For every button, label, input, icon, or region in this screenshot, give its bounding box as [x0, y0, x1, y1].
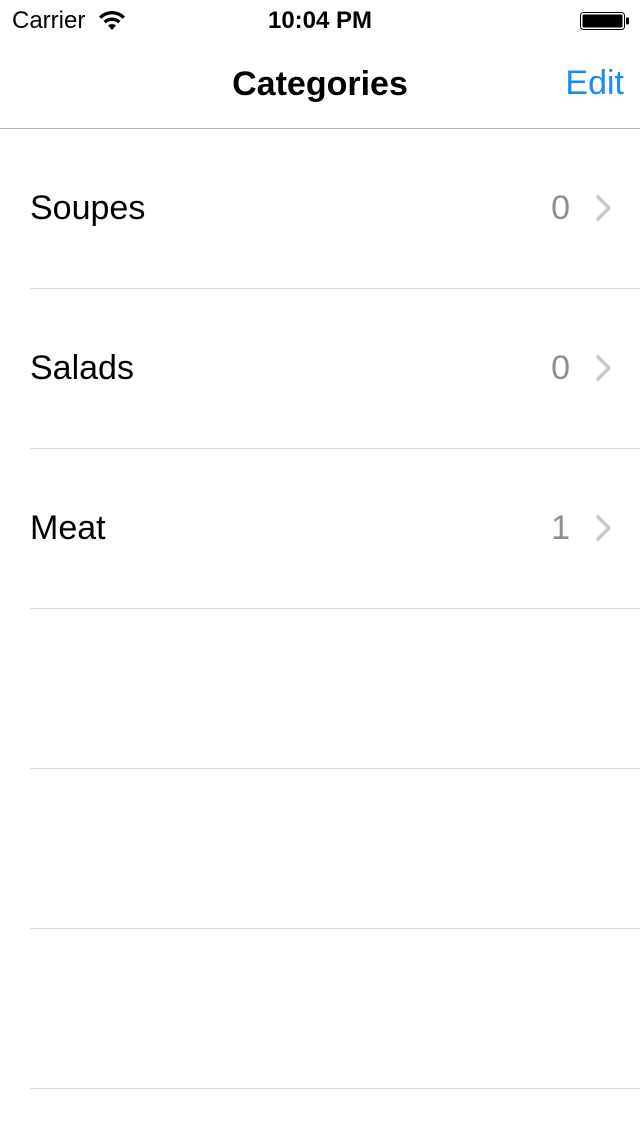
- chevron-right-icon: [596, 355, 611, 381]
- categories-table: Soupes 0 Salads 0 Meat 1: [0, 129, 640, 1089]
- battery-icon: [580, 12, 629, 30]
- navigation-bar: Categories Edit: [0, 40, 640, 129]
- empty-row: [30, 609, 640, 769]
- status-bar: Carrier 10:04 PM: [0, 0, 640, 40]
- category-name: Salads: [30, 349, 134, 387]
- empty-row: [30, 769, 640, 929]
- category-row-meat[interactable]: Meat 1: [30, 449, 640, 609]
- edit-button[interactable]: Edit: [565, 62, 624, 104]
- category-count: 0: [551, 349, 570, 387]
- chevron-right-icon: [596, 195, 611, 221]
- category-name: Soupes: [30, 189, 146, 227]
- category-row-salads[interactable]: Salads 0: [30, 289, 640, 449]
- category-name: Meat: [30, 509, 106, 547]
- category-row-soupes[interactable]: Soupes 0: [30, 129, 640, 289]
- chevron-right-icon: [596, 515, 611, 541]
- empty-row: [30, 929, 640, 1089]
- category-count: 1: [551, 509, 570, 547]
- status-time: 10:04 PM: [267, 7, 373, 34]
- page-title: Categories: [232, 65, 408, 103]
- category-count: 0: [551, 189, 570, 227]
